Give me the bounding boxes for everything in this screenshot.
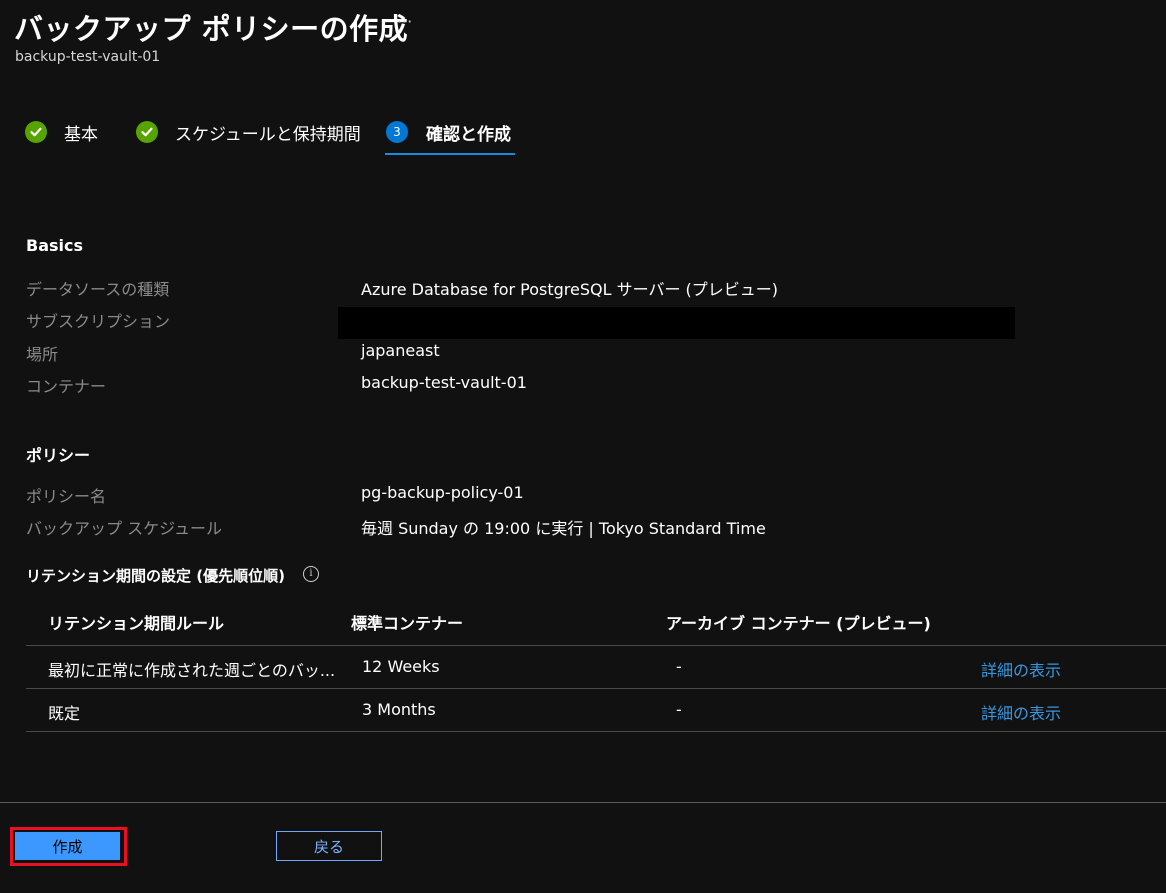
checkmark-icon [136,121,158,143]
step-number-badge: 3 [386,121,408,143]
step-label: 基本 [64,124,98,145]
page-title: バックアップ ポリシーの作成 [14,12,409,46]
section-heading-retention: リテンション期間の設定 (優先順位順) [26,567,285,585]
back-button[interactable]: 戻る [276,831,382,861]
field-value: 毎週 Sunday の 19:00 に実行 | Tokyo Standard T… [361,519,766,538]
table-cell-rule: 既定 [48,704,81,723]
table-cell-archive: - [676,657,682,676]
checkmark-icon [25,121,47,143]
table-divider [26,731,1166,732]
create-button[interactable]: 作成 [15,832,120,860]
section-heading-basics: Basics [26,236,84,255]
field-value: pg-backup-policy-01 [361,483,524,502]
field-label: コンテナー [26,377,107,396]
table-cell-standard: 3 Months [362,700,436,719]
field-value: Azure Database for PostgreSQL サーバー (プレビュ… [361,280,779,299]
info-icon[interactable]: i [303,566,319,582]
table-cell-archive: - [676,700,682,719]
step-schedule-retention[interactable]: スケジュールと保持期間 [136,120,361,145]
field-value: backup-test-vault-01 [361,373,527,392]
field-value: japaneast [361,341,440,360]
step-label: 確認と作成 [426,124,511,145]
column-header-standard: 標準コンテナー [351,614,464,633]
page-subtitle: backup-test-vault-01 [15,49,161,65]
field-label: 場所 [26,345,59,364]
view-details-link[interactable]: 詳細の表示 [981,700,1061,724]
footer-divider [0,802,1166,803]
redacted-value [338,307,1015,339]
column-header-rule: リテンション期間ルール [48,614,225,633]
ellipsis-icon[interactable]: ··· [397,12,412,31]
table-divider [26,645,1166,646]
field-label: データソースの種類 [26,280,170,299]
view-details-link[interactable]: 詳細の表示 [981,657,1061,681]
step-review-create[interactable]: 3 確認と作成 [386,120,511,145]
field-label: ポリシー名 [26,487,107,506]
table-cell-rule: 最初に正常に作成された週ごとのバッ... [48,661,336,680]
active-step-indicator [385,153,515,155]
column-header-archive: アーカイブ コンテナー (プレビュー) [666,614,931,633]
field-label: サブスクリプション [26,312,171,331]
table-divider [26,688,1166,689]
step-basics[interactable]: 基本 [25,120,98,145]
step-label: スケジュールと保持期間 [175,124,361,145]
field-label: バックアップ スケジュール [26,519,222,538]
table-cell-standard: 12 Weeks [362,657,440,676]
section-heading-policy: ポリシー [26,446,91,465]
